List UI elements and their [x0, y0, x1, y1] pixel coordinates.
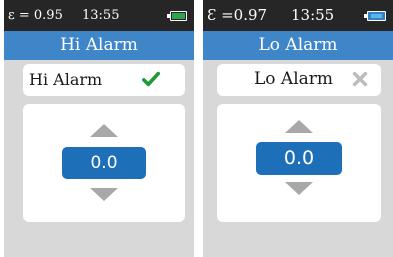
status-bar: ε = 0.95 13:55 — [4, 0, 194, 31]
alarm-label: Hi Alarm — [29, 70, 103, 89]
close-icon — [352, 71, 368, 87]
battery-full-icon — [167, 11, 187, 21]
increase-arrow-icon[interactable] — [285, 120, 313, 133]
decrease-arrow-icon[interactable] — [90, 188, 118, 201]
alarm-value-field[interactable]: 0.0 — [62, 147, 146, 179]
checkmark-icon — [142, 71, 160, 87]
hi-alarm-toggle[interactable]: Hi Alarm — [23, 64, 185, 96]
decrease-arrow-icon[interactable] — [285, 182, 313, 195]
lo-alarm-screen: Ɛ =0.97 13:55 Lo Alarm Lo Alarm 0.0 — [203, 0, 393, 257]
clock: 13:55 — [291, 6, 335, 24]
page-title: Lo Alarm — [203, 31, 393, 60]
page-title: Hi Alarm — [4, 31, 194, 60]
status-bar: Ɛ =0.97 13:55 — [203, 0, 393, 31]
battery-full-icon — [364, 11, 386, 21]
value-panel: 0.0 — [217, 104, 381, 222]
increase-arrow-icon[interactable] — [90, 124, 118, 137]
emissivity-readout: ε = 0.95 — [8, 8, 63, 23]
alarm-value-field[interactable]: 0.0 — [256, 142, 342, 175]
clock: 13:55 — [82, 8, 120, 23]
hi-alarm-screen: ε = 0.95 13:55 Hi Alarm Hi Alarm 0.0 — [4, 0, 194, 257]
lo-alarm-toggle[interactable]: Lo Alarm — [217, 64, 381, 96]
value-panel: 0.0 — [23, 104, 185, 222]
emissivity-readout: Ɛ =0.97 — [207, 6, 268, 24]
alarm-label: Lo Alarm — [254, 69, 334, 89]
